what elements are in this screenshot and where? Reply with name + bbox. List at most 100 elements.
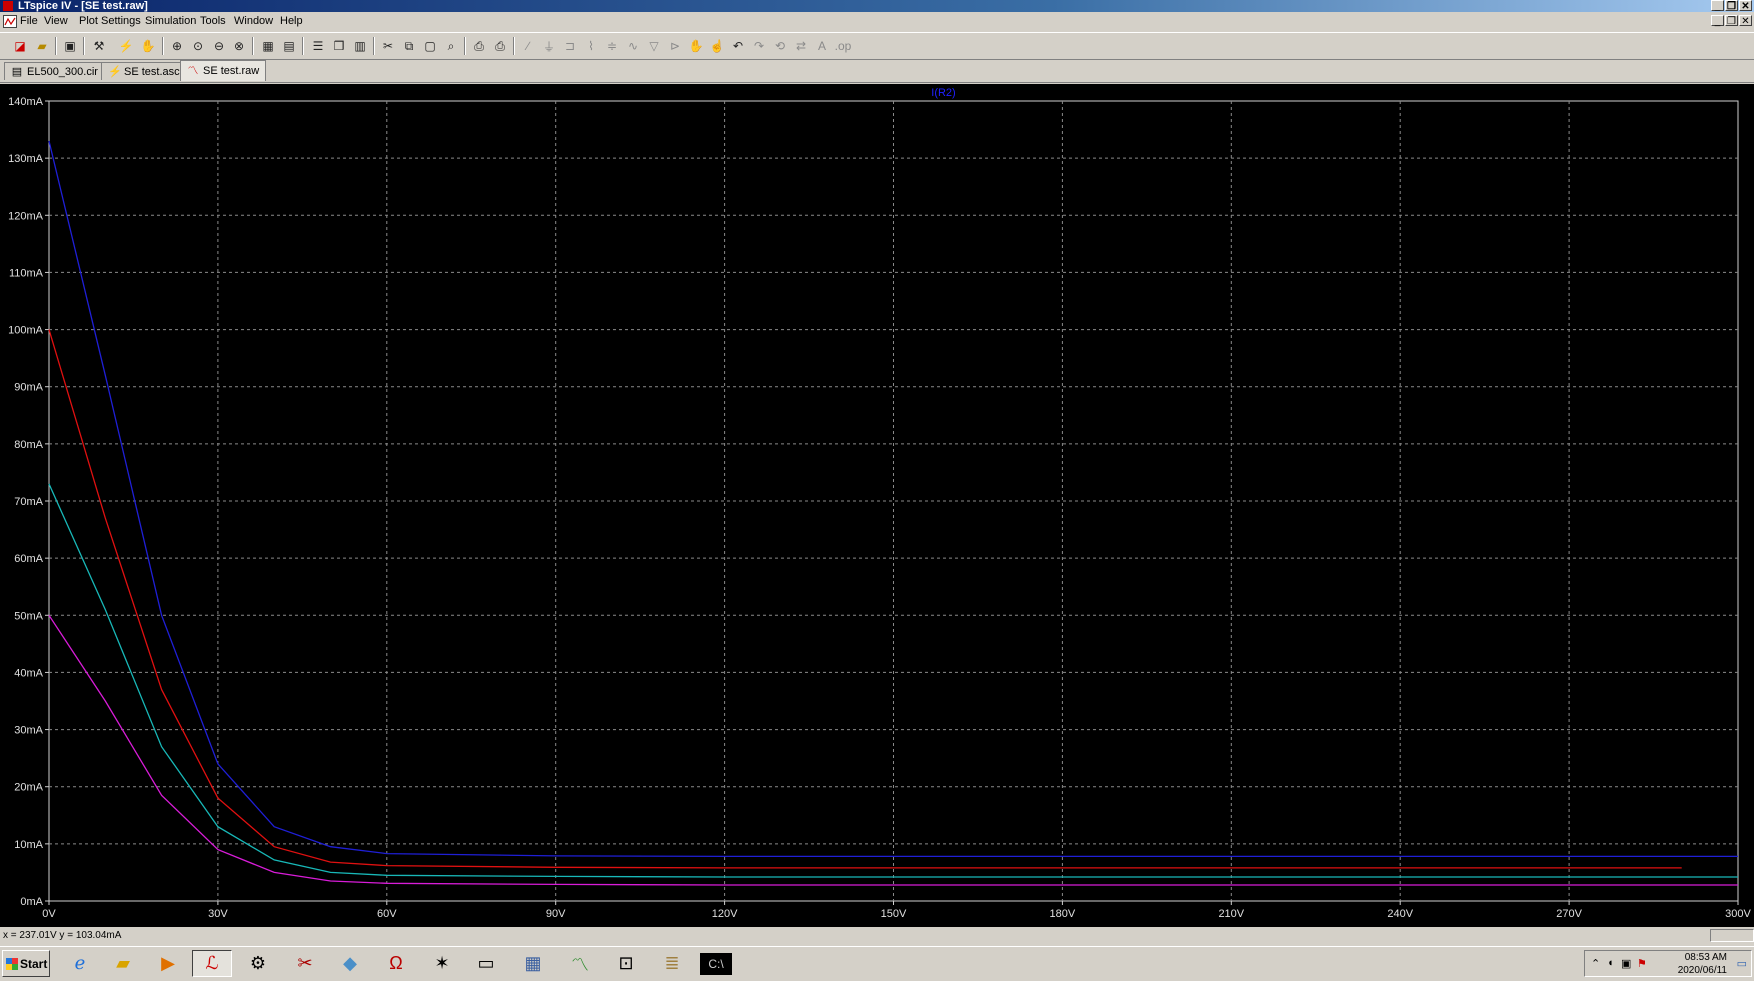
show-desktop-icon[interactable]: ▭ <box>1737 957 1747 970</box>
x-tick-label: 30V <box>208 908 228 920</box>
undo-icon[interactable]: ↶ <box>729 37 747 55</box>
waveform-chart[interactable]: 0V 30V 60V 90V 120V 150V 180V 210V 240V 270V 300V 0… <box>0 84 1754 927</box>
minimize-icon[interactable]: _ <box>1711 0 1724 12</box>
magnet-app-icon[interactable]: Ω <box>376 950 416 977</box>
zoom-fit-icon[interactable]: ⊗ <box>230 37 248 55</box>
new-schematic-icon[interactable]: ◪ <box>11 37 29 55</box>
component-icon[interactable]: ⊳ <box>666 37 684 55</box>
file-explorer-icon[interactable]: ▰ <box>103 950 143 977</box>
menu-view[interactable]: View <box>44 15 68 27</box>
zoom-out-icon[interactable]: ⊖ <box>210 37 228 55</box>
cut-icon[interactable]: ✂ <box>379 37 397 55</box>
snipping-tool-icon[interactable]: ✂ <box>285 950 325 977</box>
command-prompt-icon[interactable]: C:\ <box>700 953 732 975</box>
drag-hand-icon[interactable]: ☝ <box>708 37 726 55</box>
calculator-icon[interactable]: ▦ <box>513 950 553 977</box>
trace-line-3 <box>48 483 1738 878</box>
menu-window[interactable]: Window <box>234 15 273 27</box>
tab-el500-netlist[interactable]: ▤ EL500_300.cir <box>4 62 105 80</box>
zoom-pan-icon[interactable]: ⊙ <box>189 37 207 55</box>
halt-hand-icon[interactable]: ✋ <box>139 37 157 55</box>
capacitor-icon[interactable]: ≑ <box>603 37 621 55</box>
close-icon[interactable]: ✕ <box>1739 0 1752 12</box>
waveform-icon: 〽 <box>187 65 199 77</box>
start-button[interactable]: Start <box>2 950 50 977</box>
y-tick-label: 60mA <box>14 553 43 565</box>
doc-minimize-icon[interactable]: _ <box>1711 15 1724 27</box>
chart-app-icon[interactable]: 〽 <box>560 950 600 977</box>
utility-gear-icon[interactable]: ⚙ <box>238 950 278 977</box>
tile-horizontal-icon[interactable]: ☰ <box>309 37 327 55</box>
diode-icon[interactable]: ▽ <box>645 37 663 55</box>
autorange-icon[interactable]: ▦ <box>259 37 277 55</box>
toolbar-separator <box>302 37 304 55</box>
paste-icon[interactable]: ▢ <box>421 37 439 55</box>
trace-title: I(R2) <box>931 87 955 99</box>
spice-directive-icon[interactable]: .op <box>834 37 852 55</box>
find-binoculars-icon[interactable]: ⌕ <box>442 37 460 55</box>
text-icon[interactable]: A <box>813 37 831 55</box>
toolbar-separator <box>464 37 466 55</box>
window-app-icon[interactable]: ▭ <box>466 950 506 977</box>
ground-icon[interactable]: ⏚ <box>540 37 558 55</box>
media-player-icon[interactable]: ▶ <box>148 950 188 977</box>
rotate-icon[interactable]: ⟲ <box>771 37 789 55</box>
restore-icon[interactable]: ❐ <box>1725 0 1738 12</box>
y-tick-label: 0mA <box>20 896 43 908</box>
y-tick-label: 40mA <box>14 667 43 679</box>
y-tick-label: 140mA <box>8 96 44 108</box>
copy-icon[interactable]: ⧉ <box>400 37 418 55</box>
mirror-icon[interactable]: ⇄ <box>792 37 810 55</box>
eraser-app-icon[interactable]: ◆ <box>330 950 370 977</box>
x-tick-label: 270V <box>1556 908 1582 920</box>
label-net-icon[interactable]: ⊐ <box>561 37 579 55</box>
toolbar-separator <box>83 37 85 55</box>
network-icon[interactable]: ▣ <box>1621 957 1631 970</box>
menu-help[interactable]: Help <box>280 15 303 27</box>
tab-se-test-schematic[interactable]: ⚡ SE test.asc <box>101 62 187 80</box>
menu-tools[interactable]: Tools <box>200 15 226 27</box>
control-panel-icon[interactable]: ⚒ <box>90 37 108 55</box>
print-icon[interactable]: ⎙ <box>491 37 509 55</box>
menu-plot-settings[interactable]: Plot Settings <box>79 15 141 27</box>
window-title: LTspice IV - [SE test.raw] <box>18 0 148 12</box>
ltspice-taskbar-icon[interactable]: ℒ <box>192 950 232 977</box>
document-tabs: ▤ EL500_300.cir ⚡ SE test.asc 〽 SE test.… <box>0 60 1754 83</box>
internet-explorer-icon[interactable]: ℯ <box>60 950 100 977</box>
inductor-icon[interactable]: ∿ <box>624 37 642 55</box>
redo-icon[interactable]: ↷ <box>750 37 768 55</box>
move-hand-icon[interactable]: ✋ <box>687 37 705 55</box>
waveform-plot-pane[interactable]: 0V 30V 60V 90V 120V 150V 180V 210V 240V 270V 300V 0… <box>0 84 1754 927</box>
new-document-icon[interactable]: ✶ <box>422 950 462 977</box>
run-icon[interactable]: ⚡ <box>117 37 135 55</box>
y-tick-label: 30mA <box>14 725 43 737</box>
doc-restore-icon[interactable]: ❐ <box>1725 15 1738 27</box>
pick-visible-traces-icon[interactable]: ▤ <box>280 37 298 55</box>
draw-wire-icon[interactable]: ∕ <box>519 37 537 55</box>
menu-simulation[interactable]: Simulation <box>145 15 196 27</box>
waveform-document-icon[interactable] <box>3 15 17 28</box>
y-tick-label: 80mA <box>14 439 43 451</box>
print-setup-icon[interactable]: ⎙ <box>470 37 488 55</box>
toolbar-separator <box>252 37 254 55</box>
volume-icon[interactable]: ◖ <box>1607 957 1614 969</box>
zoom-in-icon[interactable]: ⊕ <box>168 37 186 55</box>
doc-close-icon[interactable]: ✕ <box>1739 15 1752 27</box>
security-alert-icon[interactable]: ⚑ <box>1637 957 1647 970</box>
menu-file[interactable]: File <box>20 15 38 27</box>
open-folder-icon[interactable]: ▰ <box>33 37 51 55</box>
clock-date[interactable]: 2020/06/11 <box>1678 965 1727 976</box>
clock-time[interactable]: 08:53 AM <box>1685 952 1727 963</box>
tab-se-test-waveform[interactable]: 〽 SE test.raw <box>180 60 267 81</box>
tray-expand-icon[interactable]: ⌃ <box>1591 957 1600 970</box>
toolbar-separator <box>55 37 57 55</box>
x-tick-label: 240V <box>1387 908 1413 920</box>
y-tick-label: 110mA <box>9 267 44 279</box>
network-app-icon[interactable]: ⊡ <box>606 950 646 977</box>
resistor-icon[interactable]: ⌇ <box>582 37 600 55</box>
books-app-icon[interactable]: ≣ <box>652 950 692 977</box>
window-controls: _ ❐ ✕ <box>1711 0 1752 12</box>
tile-vertical-icon[interactable]: ▥ <box>351 37 369 55</box>
cascade-icon[interactable]: ❒ <box>330 37 348 55</box>
save-icon[interactable]: ▣ <box>61 37 79 55</box>
